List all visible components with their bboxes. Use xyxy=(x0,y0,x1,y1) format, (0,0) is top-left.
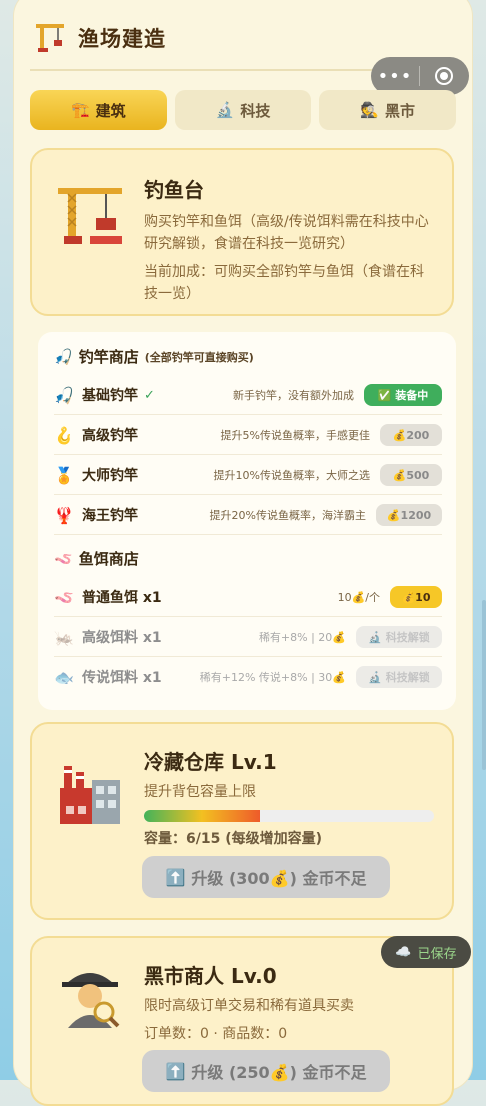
shop-panel: 🎣 钓竿商店 (全部钓竿可直接购买) 🎣 基础钓竿 ✓ 新手钓竿，没有额外加成 … xyxy=(38,332,456,710)
up-arrow-icon: ⬆️ xyxy=(165,867,186,887)
fishing-platform-card: 钓鱼台 购买钓竿和鱼饵（高级/传说饵料需在科技中心研究解锁，食谱在科技一览研究）… xyxy=(30,148,454,316)
worm-icon: 🪱 xyxy=(54,587,74,607)
list-item: 🎣 基础钓竿 ✓ 新手钓竿，没有额外加成 ✅ 装备中 xyxy=(54,376,442,415)
cloud-icon: ☁️ xyxy=(395,944,412,960)
rod-shop-note: (全部钓竿可直接购买) xyxy=(144,350,254,364)
card-description: 购买钓竿和鱼饵（高级/传说饵料需在科技中心研究解锁，食谱在科技一览研究） xyxy=(144,214,429,252)
card-title: 冷藏仓库 Lv.1 xyxy=(144,750,277,774)
cricket-icon: 🦗 xyxy=(54,627,74,647)
tab-buildings[interactable]: 🏗️ 建筑 xyxy=(30,90,167,130)
card-description: 限时高级订单交易和稀有道具买卖 xyxy=(144,998,354,1014)
hook-icon: 🪝 xyxy=(54,425,74,445)
saved-label: 已保存 xyxy=(417,946,457,962)
more-button[interactable]: ••• xyxy=(371,66,419,87)
buy-button[interactable]: 💰1200 xyxy=(376,504,442,526)
bait-shop-title: 鱼饵商店 xyxy=(78,550,139,568)
list-item: 🐟 传说饵料 x1 稀有+12% 传说+8% | 30💰 🔬 科技解锁 xyxy=(54,658,442,696)
card-title: 钓鱼台 xyxy=(144,178,204,202)
tab-label: 科技 xyxy=(240,101,271,120)
seahorse-icon: 🦞 xyxy=(54,505,74,525)
upgrade-label: 升级 (250💰) 金币不足 xyxy=(191,1063,367,1082)
item-desc: 稀有+8% | 20💰 xyxy=(258,631,346,644)
factory-icon xyxy=(54,758,126,830)
item-name: 传说饵料 x1 xyxy=(82,670,162,686)
item-name: 大师钓竿 xyxy=(82,468,138,484)
card-description: 提升背包容量上限 xyxy=(144,784,256,800)
fishing-rod-icon: 🎣 xyxy=(54,347,73,366)
list-item: 🪝 高级钓竿 提升5%传说鱼概率，手感更佳 💰200 xyxy=(54,416,442,455)
item-desc: 稀有+12% 传说+8% | 30💰 xyxy=(199,671,346,684)
cold-storage-card: 冷藏仓库 Lv.1 提升背包容量上限 容量：6/15 (每级增加容量) ⬆️ 升… xyxy=(30,722,454,920)
item-desc: 提升10%传说鱼概率，大师之选 xyxy=(213,469,370,482)
spy-icon: 🕵️ xyxy=(360,101,380,119)
crane-icon xyxy=(54,178,126,250)
item-name: 基础钓竿 xyxy=(82,388,138,404)
rod-shop-title: 钓竿商店 xyxy=(78,348,139,366)
tab-tech[interactable]: 🔬 科技 xyxy=(174,90,312,130)
list-item: 🦗 高级饵料 x1 稀有+8% | 20💰 🔬 科技解锁 xyxy=(54,618,442,657)
up-arrow-icon: ⬆️ xyxy=(165,1061,186,1081)
scrollbar[interactable] xyxy=(482,600,486,770)
detective-icon xyxy=(54,958,126,1030)
tab-label: 黑市 xyxy=(385,101,416,120)
locked-button[interactable]: 🔬 科技解锁 xyxy=(356,666,442,688)
microscope-icon: 🔬 xyxy=(215,101,235,119)
capacity-bar xyxy=(144,810,434,822)
current-bonus: 当前加成：可购买全部钓竿与鱼饵（食谱在科技一览） xyxy=(144,264,424,302)
header: 渔场建造 xyxy=(32,18,166,58)
upgrade-label: 升级 (300💰) 金币不足 xyxy=(191,869,367,888)
list-item: 🪱 普通鱼饵 x1 10💰/个 💰10 xyxy=(54,578,442,617)
item-name: 海王钓竿 xyxy=(82,508,138,524)
item-name: 高级钓竿 xyxy=(82,428,138,444)
item-desc: 10💰/个 xyxy=(337,591,380,604)
tab-black-market[interactable]: 🕵️ 黑市 xyxy=(319,90,457,130)
construction-crane-icon xyxy=(32,18,68,58)
fish-icon: 🐟 xyxy=(54,667,74,687)
saved-toast: ☁️ 已保存 xyxy=(381,936,471,968)
item-name: 普通鱼饵 x1 xyxy=(82,590,162,606)
market-stats: 订单数：0 · 商品数：0 xyxy=(144,1026,288,1042)
item-name: 高级饵料 x1 xyxy=(82,630,162,646)
tab-bar: 🏗️ 建筑 🔬 科技 🕵️ 黑市 xyxy=(30,90,457,130)
list-item: 🦞 海王钓竿 提升20%传说鱼概率，海洋霸主 💰1200 xyxy=(54,496,442,535)
target-icon xyxy=(435,67,453,85)
bait-shop-header: 🪱 鱼饵商店 xyxy=(54,548,139,569)
item-desc: 提升5%传说鱼概率，手感更佳 xyxy=(220,429,370,442)
upgrade-button[interactable]: ⬆️ 升级 (300💰) 金币不足 xyxy=(142,856,390,898)
item-desc: 提升20%传说鱼概率，海洋霸主 xyxy=(209,509,366,522)
check-icon: ✓ xyxy=(144,387,155,403)
worm-icon: 🪱 xyxy=(54,549,73,568)
medal-icon: 🏅 xyxy=(54,465,74,485)
equipped-button[interactable]: ✅ 装备中 xyxy=(364,384,442,406)
item-desc: 新手钓竿，没有额外加成 xyxy=(233,389,354,402)
locked-button[interactable]: 🔬 科技解锁 xyxy=(356,626,442,648)
buy-button[interactable]: 💰200 xyxy=(380,424,442,446)
rod-shop-header: 🎣 钓竿商店 (全部钓竿可直接购买) xyxy=(54,346,254,367)
buy-button[interactable]: 💰10 xyxy=(390,586,442,608)
tab-label: 建筑 xyxy=(95,101,126,120)
close-button[interactable] xyxy=(420,66,468,86)
fishing-rod-icon: 🎣 xyxy=(54,385,74,405)
capacity-bar-fill xyxy=(144,810,260,822)
page-title: 渔场建造 xyxy=(78,27,166,51)
buy-button[interactable]: 💰500 xyxy=(380,464,442,486)
capacity-text: 容量：6/15 (每级增加容量) xyxy=(144,831,323,847)
list-item: 🏅 大师钓竿 提升10%传说鱼概率，大师之选 💰500 xyxy=(54,456,442,495)
upgrade-button[interactable]: ⬆️ 升级 (250💰) 金币不足 xyxy=(142,1050,390,1092)
crane-icon: 🏗️ xyxy=(70,101,90,119)
